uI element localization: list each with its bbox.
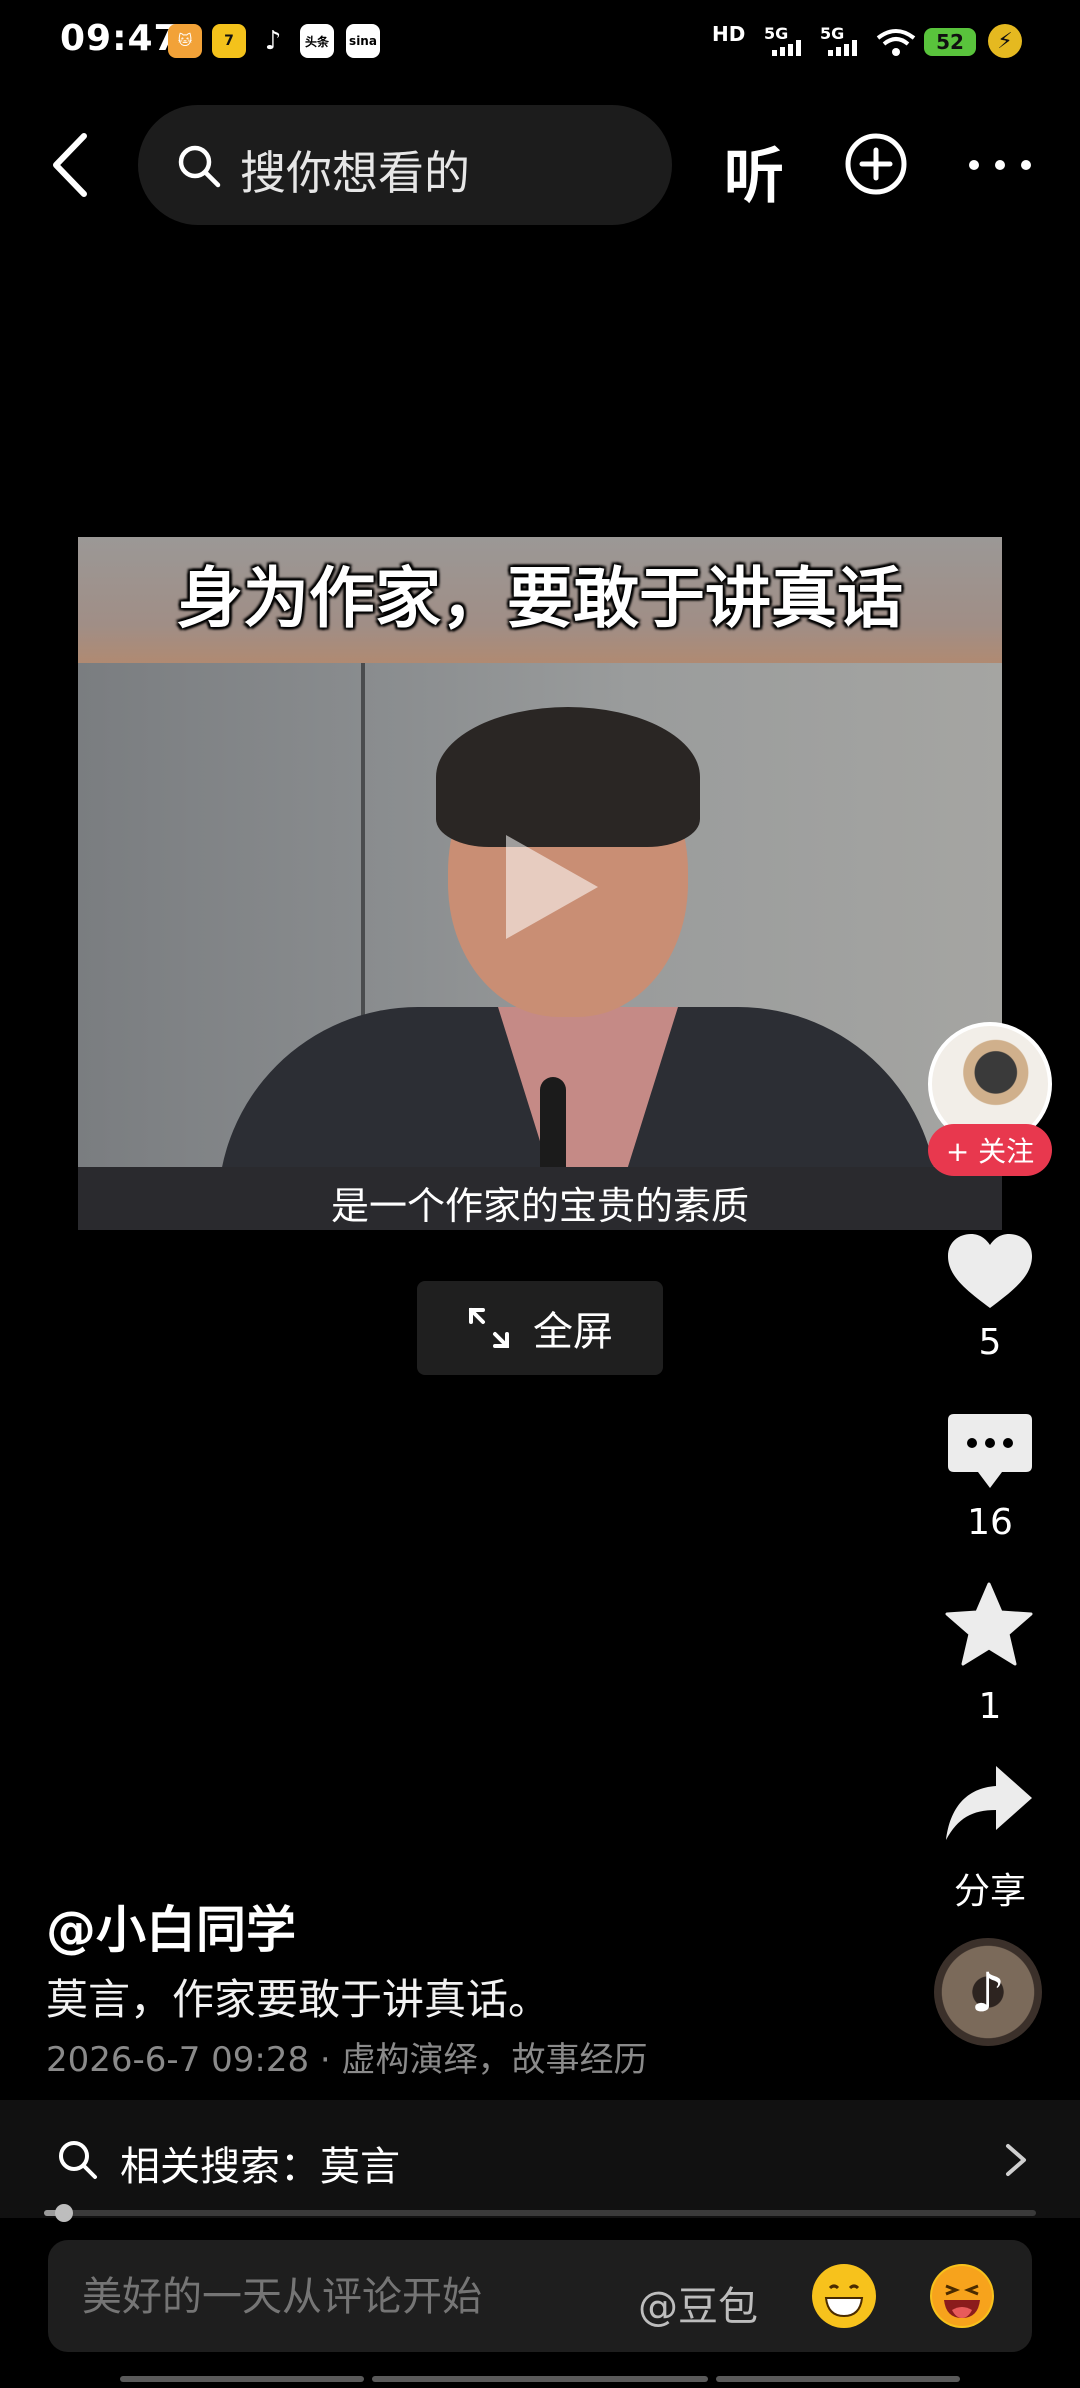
heart-icon [948, 1234, 1032, 1308]
toutiao-icon: 头条 [300, 24, 334, 58]
chevron-right-icon [1004, 2142, 1028, 2178]
speaker-hair [436, 707, 700, 847]
add-button[interactable] [844, 132, 908, 196]
more-dots-icon [969, 160, 1031, 170]
sina-icon: sina [346, 24, 380, 58]
star-icon [945, 1582, 1033, 1666]
hd-icon: HD [712, 22, 746, 46]
status-time: 09:47 [60, 18, 180, 59]
nav-indicator-center [372, 2376, 708, 2382]
play-icon[interactable] [496, 827, 606, 947]
share-label: 分享 [953, 1871, 1026, 1912]
post-description: 莫言，作家要敢于讲真话。 [46, 1975, 551, 2024]
wifi-icon [876, 28, 916, 58]
signal-bars-icon-2 [826, 40, 864, 56]
music-disc[interactable]: ♪ [934, 1938, 1042, 2046]
tiktok-icon: ♪ [264, 26, 282, 56]
comment-count: 16 [967, 1502, 1013, 1543]
app-seven-icon: 7 [212, 24, 246, 58]
video-player[interactable]: 身为作家，要敢于讲真话 是一个作家的宝贵的素质 [78, 537, 1002, 1230]
nav-indicator-left [120, 2376, 364, 2382]
status-bar: 09:47 🐱 7 ♪ 头条 sina HD 5G 5G 52 ⚡ [0, 0, 1080, 80]
fullscreen-label: 全屏 [533, 1309, 613, 1355]
like-count: 5 [978, 1322, 1002, 1363]
expand-icon [469, 1308, 509, 1348]
follow-button[interactable]: + 关注 [928, 1124, 1052, 1176]
listen-button[interactable]: 听 [724, 128, 784, 215]
app-notification-icon: 🐱 [168, 24, 202, 58]
plus-circle-icon [845, 133, 907, 195]
battery-indicator: 52 [924, 28, 976, 56]
like-button[interactable] [946, 1232, 1034, 1312]
laugh-emoji-icon[interactable] [930, 2264, 994, 2328]
fullscreen-button[interactable]: 全屏 [417, 1281, 663, 1375]
grin-emoji-icon[interactable] [812, 2264, 876, 2328]
author-name[interactable]: @小白同学 [46, 1890, 296, 1962]
comment-bar: @豆包 [48, 2240, 1032, 2352]
comment-input[interactable] [82, 2274, 642, 2320]
share-button[interactable] [944, 1764, 1034, 1844]
more-button[interactable] [960, 140, 1040, 190]
video-progress-handle[interactable] [55, 2204, 73, 2222]
video-progress-track[interactable] [44, 2210, 1036, 2216]
favorite-button[interactable] [944, 1582, 1034, 1668]
back-button[interactable] [44, 130, 100, 200]
comment-bubble-icon [948, 1414, 1032, 1488]
related-search-label: 相关搜索：莫言 [120, 2144, 400, 2190]
signal-bars-icon [770, 40, 808, 56]
video-subtitle: 是一个作家的宝贵的素质 [330, 1184, 749, 1228]
chevron-left-icon [53, 133, 87, 197]
video-title-overlay: 身为作家，要敢于讲真话 [177, 560, 903, 637]
search-icon [56, 2138, 98, 2180]
related-search-bar[interactable]: 相关搜索：莫言 [0, 2100, 1080, 2218]
comment-button[interactable] [946, 1412, 1034, 1492]
favorite-count: 1 [978, 1686, 1002, 1727]
nav-indicator-right [716, 2376, 960, 2382]
search-bar[interactable]: 搜你想看的 [138, 105, 672, 225]
charging-icon: ⚡ [988, 24, 1022, 58]
mention-doubao-button[interactable]: @豆包 [638, 2274, 758, 2332]
search-placeholder: 搜你想看的 [240, 146, 470, 200]
search-icon [176, 143, 222, 189]
music-note-icon: ♪ [970, 1960, 1006, 2024]
share-arrow-icon [946, 1766, 1032, 1840]
post-meta: 2026-6-7 09:28 · 虚构演绎，故事经历 [46, 2040, 648, 2080]
